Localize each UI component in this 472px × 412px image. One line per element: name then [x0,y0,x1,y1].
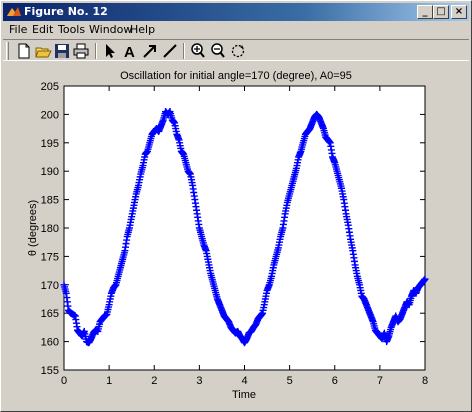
y-tick-label: 205 [41,81,59,93]
maximize-button[interactable]: □ [433,5,449,19]
x-tick-label: 2 [151,375,157,387]
y-tick-label: 200 [41,109,59,121]
x-tick-label: 1 [106,375,112,387]
x-tick-label: 4 [241,375,247,387]
svg-text:A: A [124,44,135,60]
print-icon[interactable] [72,42,90,60]
figure-canvas: Oscillation for initial angle=170 (degre… [27,70,429,401]
pointer-arrow-icon[interactable] [101,42,119,60]
open-folder-icon[interactable] [34,42,52,60]
new-document-icon[interactable] [15,42,33,60]
toolbar: A [3,39,469,61]
minimize-button[interactable]: _ [417,5,433,19]
arrow-insert-icon[interactable] [141,42,159,60]
menu-bar: File Edit Tools Window Help [3,21,469,39]
rotate-3d-icon[interactable] [229,42,247,60]
x-axis-label: Time [232,389,256,401]
y-tick-label: 155 [41,365,59,377]
text-insert-icon[interactable]: A [121,42,139,60]
close-button[interactable]: × [451,5,467,19]
x-tick-label: 5 [287,375,293,387]
menu-file[interactable]: File [9,23,27,37]
title-bar[interactable]: Figure No. 12 _ □ × [3,3,469,21]
chart-title: Oscillation for initial angle=170 (degre… [120,70,352,82]
menu-help[interactable]: Help [130,23,155,37]
y-axis-label: θ (degrees) [27,200,39,256]
y-tick-label: 160 [41,337,59,349]
y-tick-label: 175 [41,251,59,263]
x-tick-label: 3 [196,375,202,387]
y-tick-label: 195 [41,138,59,150]
menu-window[interactable]: Window [89,23,132,37]
toolbar-separator [183,43,185,59]
zoom-out-icon[interactable] [209,42,227,60]
figure-window: Figure No. 12 _ □ × File Edit Tools Wind… [0,0,472,412]
y-tick-label: 165 [41,308,59,320]
y-tick-label: 190 [41,166,59,178]
y-tick-label: 170 [41,280,59,292]
toolbar-separator [95,43,97,59]
y-tick-label: 185 [41,195,59,207]
menu-tools[interactable]: Tools [58,23,85,37]
window-title: Figure No. 12 [24,5,108,18]
x-tick-label: 6 [332,375,338,387]
line-insert-icon[interactable] [161,42,179,60]
plot-area[interactable] [63,85,426,371]
toolbar-grip[interactable] [6,42,9,60]
y-tick-label: 180 [41,223,59,235]
save-icon[interactable] [53,42,71,60]
matlab-logo-icon [7,7,21,16]
x-tick-label: 7 [377,375,383,387]
zoom-in-icon[interactable] [189,42,207,60]
menu-edit[interactable]: Edit [32,23,53,37]
x-tick-label: 8 [422,375,428,387]
x-tick-label: 0 [61,375,67,387]
